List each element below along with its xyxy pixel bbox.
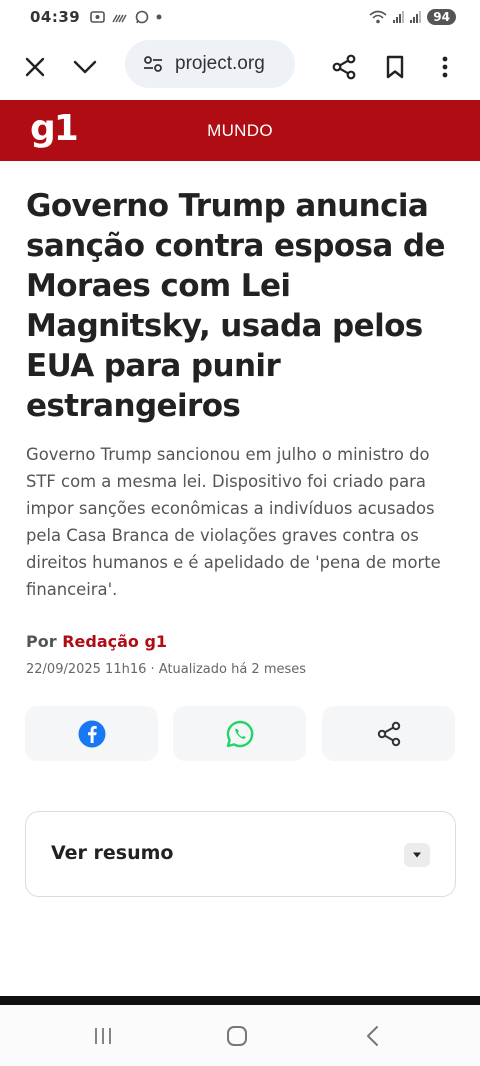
summary-label: Ver resumo	[51, 842, 174, 864]
share-more-button[interactable]	[322, 706, 455, 761]
system-nav-bar	[0, 1005, 480, 1066]
url-text: project.org	[175, 53, 265, 74]
home-icon[interactable]	[217, 1019, 257, 1053]
notification-icons	[90, 10, 162, 24]
page-bottom-edge	[0, 996, 480, 1005]
bookmark-icon[interactable]	[378, 50, 412, 84]
url-bar[interactable]: project.org	[125, 40, 295, 88]
share-whatsapp-button[interactable]	[173, 706, 306, 761]
share-icon[interactable]	[327, 50, 361, 84]
browser-toolbar: project.org	[0, 34, 480, 100]
summary-card[interactable]: Ver resumo	[25, 811, 456, 897]
author-link[interactable]: Redação g1	[62, 632, 167, 651]
missed-call-icon	[112, 14, 127, 23]
status-time: 04:39	[30, 8, 81, 26]
facebook-icon	[78, 720, 105, 747]
recents-icon[interactable]	[83, 1019, 123, 1053]
site-header: g1 MUNDO	[0, 100, 480, 161]
expand-toggle[interactable]	[404, 843, 430, 867]
byline-prefix: Por	[26, 632, 57, 651]
article-headline: Governo Trump anuncia sanção contra espo…	[26, 188, 446, 424]
battery-indicator: 94	[427, 9, 456, 25]
close-icon[interactable]	[18, 50, 52, 84]
article-subtitle: Governo Trump sancionou em julho o minis…	[26, 445, 441, 599]
wifi-icon	[369, 10, 387, 24]
whatsapp-icon	[226, 720, 253, 747]
section-name[interactable]: MUNDO	[0, 121, 480, 141]
dot-icon	[156, 14, 162, 20]
screenshot-icon	[90, 11, 106, 23]
site-settings-icon[interactable]	[143, 55, 163, 73]
caret-down-icon	[413, 852, 421, 858]
chevron-down-icon[interactable]	[68, 50, 102, 84]
signal-icon	[393, 11, 405, 23]
whatsapp-icon	[135, 10, 149, 24]
more-vert-icon[interactable]	[428, 50, 462, 84]
status-bar: 04:39 94	[0, 0, 480, 34]
back-icon[interactable]	[352, 1019, 392, 1053]
signal-icon	[410, 11, 422, 23]
dateline: 22/09/2025 11h16 · Atualizado há 2 meses	[26, 662, 307, 677]
byline: Por Redação g1	[26, 632, 167, 651]
share-icon	[377, 721, 400, 746]
share-facebook-button[interactable]	[25, 706, 158, 761]
